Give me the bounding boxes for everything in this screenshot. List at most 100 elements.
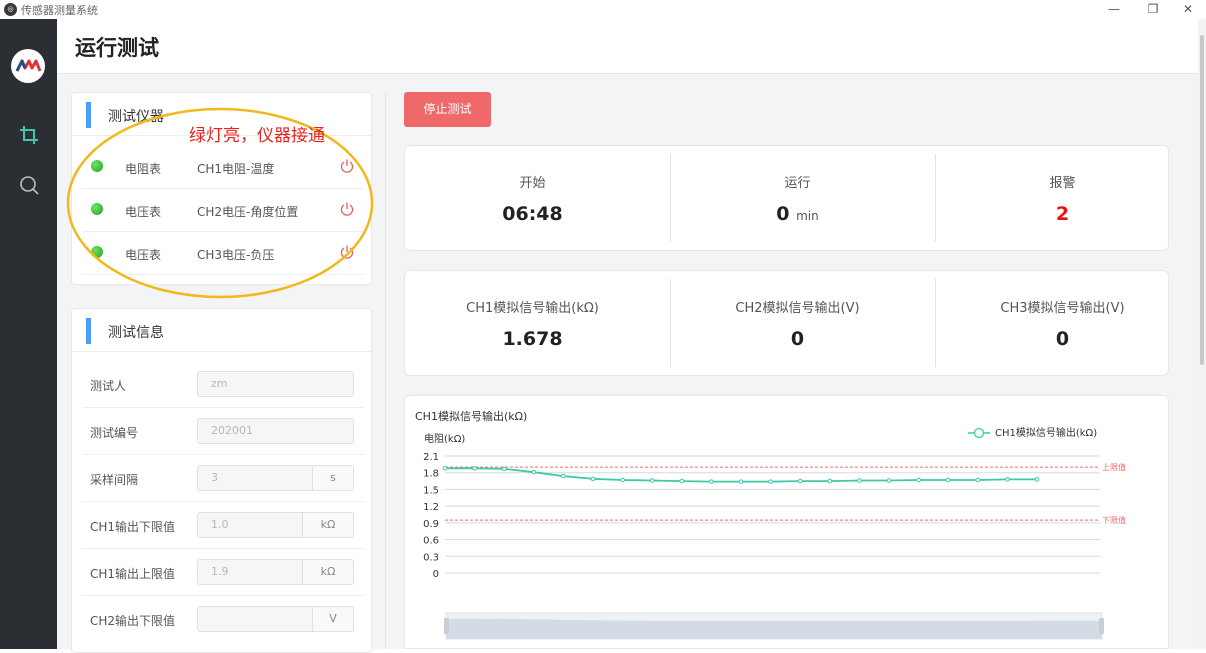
ch3-output-value: 0 <box>1055 328 1070 350</box>
y-tick-label: 0.9 <box>423 519 439 530</box>
form-row-sample-interval: 采样间隔 3 s <box>82 455 364 502</box>
ch3-output-cell: CH3模拟信号输出(V) 0 <box>935 271 1190 377</box>
start-value: 06:48 <box>502 203 563 225</box>
accent-bar <box>86 318 91 344</box>
field-label: 采样间隔 <box>90 473 139 487</box>
alarm-label: 报警 <box>1049 176 1076 191</box>
column-divider <box>385 93 386 649</box>
zoom-slider-preview <box>446 618 1102 639</box>
app-icon: ◎ <box>4 3 17 16</box>
data-point <box>442 465 448 471</box>
y-tick-label: 1.8 <box>423 469 439 480</box>
title-bar: ◎ 传感器测量系统 — ❐ ✕ <box>0 0 1206 19</box>
run-label: 运行 <box>784 176 811 191</box>
data-point <box>649 478 655 483</box>
run-number: 0 <box>776 203 790 225</box>
limit-label: 下限值 <box>1102 515 1126 525</box>
run-value: 0 min <box>670 203 925 225</box>
minimize-button[interactable]: — <box>1096 0 1132 19</box>
ch2-output-value: 0 <box>790 328 805 350</box>
field-label: 测试人 <box>90 379 127 393</box>
ch3-output-label: CH3模拟信号输出(V) <box>1000 301 1125 316</box>
alarm-value: 2 <box>1055 203 1070 225</box>
app-logo <box>11 49 45 83</box>
data-point <box>768 479 773 484</box>
legend-marker <box>973 427 985 439</box>
field-value: 3 <box>211 471 218 484</box>
field-value: 1.0 <box>211 518 229 531</box>
test-number-input[interactable]: 202001 <box>197 418 354 444</box>
data-point <box>1005 477 1010 482</box>
ch1-output-cell: CH1模拟信号输出(kΩ) 1.678 <box>405 271 660 377</box>
y-tick-label: 0.3 <box>423 552 439 563</box>
zoom-handle-left <box>444 618 449 634</box>
start-time-cell: 开始 06:48 <box>405 146 660 252</box>
ch2-lower-input[interactable]: V <box>197 606 354 632</box>
scrollbar-thumb[interactable] <box>1200 35 1204 365</box>
ch1-lower-input[interactable]: 1.0 kΩ <box>197 512 354 538</box>
y-tick-label: 1.5 <box>423 485 439 496</box>
form-row-ch1-upper: CH1输出上限值 1.9 kΩ <box>82 549 364 596</box>
page-header: 运行测试 <box>57 19 1198 74</box>
legend-label: CH1模拟信号输出(kΩ) <box>995 426 1097 439</box>
data-point <box>561 473 566 479</box>
unit-label: s <box>312 465 354 491</box>
search-icon[interactable] <box>18 174 40 196</box>
data-point <box>857 478 862 483</box>
data-point <box>827 478 833 484</box>
annotation-text: 绿灯亮，仪器接通 <box>189 126 325 146</box>
ch1-output-label: CH1模拟信号输出(kΩ) <box>466 301 599 316</box>
line-chart: 电阻(kΩ) 2.1 1.8 1.5 1.2 0.9 0.6 0.3 0 上限值下限值 CH1模拟信… <box>423 426 1126 640</box>
y-tick-label: 0.6 <box>423 536 439 547</box>
unit-label: V <box>312 606 354 632</box>
y-tick-label: 1.2 <box>423 502 439 513</box>
data-point <box>501 466 507 472</box>
test-info-card: 测试信息 测试人 zm 测试编号 202001 采样间隔 3 s CH1输出下限… <box>71 308 372 653</box>
data-point <box>975 477 981 483</box>
data-point <box>916 477 921 483</box>
data-point <box>709 479 714 484</box>
data-point <box>797 478 803 484</box>
unit-label: kΩ <box>302 559 354 585</box>
status-card: 开始 06:48 运行 0 min 报警 2 <box>404 145 1169 251</box>
ch1-output-value: 1.678 <box>502 328 563 350</box>
crop-icon[interactable] <box>18 124 40 146</box>
field-label: CH1输出下限值 <box>90 520 176 534</box>
form-row-ch2-lower: CH2输出下限值 V <box>82 596 364 643</box>
test-info-header: 测试信息 <box>72 309 371 352</box>
sample-interval-input[interactable]: 3 s <box>197 465 354 491</box>
data-point <box>531 469 537 475</box>
cell-divider <box>935 279 936 367</box>
ch2-output-cell: CH2模拟信号输出(V) 0 <box>670 271 925 377</box>
run-time-cell: 运行 0 min <box>670 146 925 252</box>
run-unit: min <box>796 209 819 223</box>
data-point <box>738 479 744 484</box>
ch1-upper-input[interactable]: 1.9 kΩ <box>197 559 354 585</box>
tester-input[interactable]: zm <box>197 371 354 397</box>
outputs-card: CH1模拟信号输出(kΩ) 1.678 CH2模拟信号输出(V) 0 CH3模拟… <box>404 270 1169 376</box>
close-button[interactable]: ✕ <box>1170 0 1206 19</box>
form-row-ch1-lower: CH1输出下限值 1.0 kΩ <box>82 502 364 549</box>
window-title: 传感器测量系统 <box>21 4 98 17</box>
stop-test-button[interactable]: 停止测试 <box>404 92 491 127</box>
chart-card: CH1模拟信号输出(kΩ) 电阻(kΩ) 2.1 1.8 1.5 1.2 0.9 0.6 0.… <box>404 395 1169 649</box>
data-point <box>679 478 685 484</box>
form-row-tester: 测试人 zm <box>82 361 364 408</box>
data-point <box>1034 477 1040 482</box>
vertical-scrollbar[interactable] <box>1198 19 1206 649</box>
y-tick-label: 2.1 <box>423 452 439 463</box>
alarm-cell: 报警 2 <box>935 146 1190 252</box>
ch2-output-label: CH2模拟信号输出(V) <box>735 301 860 316</box>
data-point <box>945 477 951 483</box>
field-label: 测试编号 <box>90 426 139 440</box>
data-point <box>472 465 477 471</box>
start-label: 开始 <box>519 176 546 191</box>
field-value: 1.9 <box>211 565 229 578</box>
data-point <box>590 476 596 482</box>
field-label: CH2输出下限值 <box>90 614 176 628</box>
sidebar <box>0 19 57 649</box>
test-info-title: 测试信息 <box>108 325 164 341</box>
restore-button[interactable]: ❐ <box>1135 0 1171 19</box>
page-title: 运行测试 <box>75 36 159 60</box>
y-tick-label: 0 <box>433 569 439 580</box>
